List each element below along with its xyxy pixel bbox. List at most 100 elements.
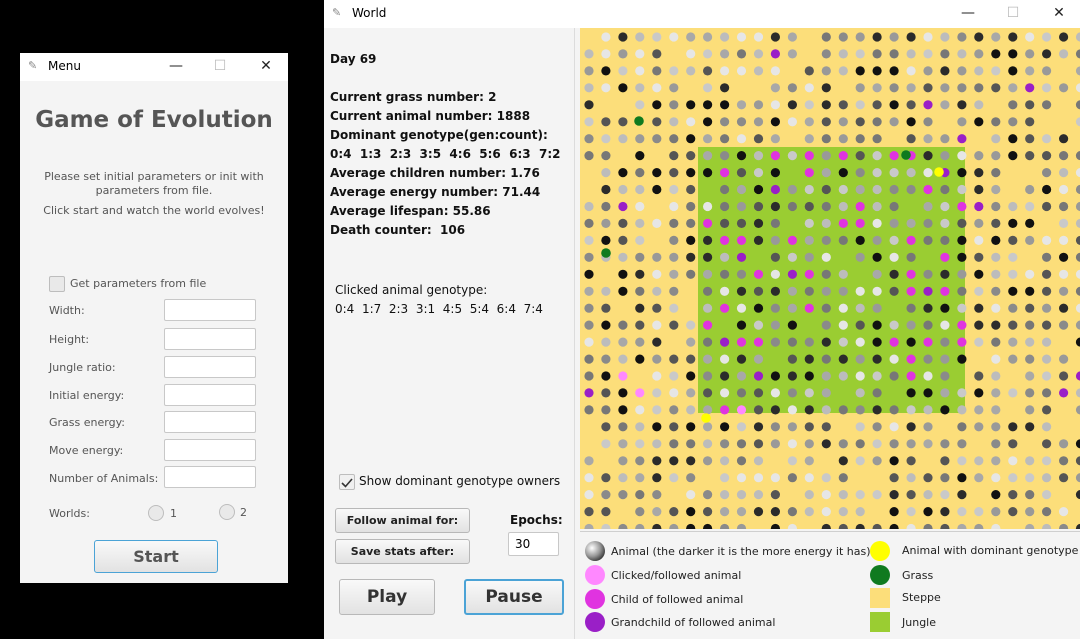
map-animal[interactable]: [974, 168, 984, 178]
map-animal[interactable]: [618, 371, 628, 381]
map-animal[interactable]: [838, 354, 848, 364]
map-animal[interactable]: [753, 473, 764, 483]
map-animal[interactable]: [703, 32, 713, 42]
map-animal[interactable]: [770, 168, 780, 178]
map-animal[interactable]: [1025, 422, 1035, 432]
map-animal[interactable]: [703, 354, 713, 364]
map-animal[interactable]: [872, 405, 882, 415]
map-animal[interactable]: [601, 218, 611, 228]
map-animal[interactable]: [753, 201, 764, 212]
map-animal[interactable]: [940, 371, 950, 381]
map-animal[interactable]: [838, 66, 848, 76]
map-animal[interactable]: [736, 507, 747, 517]
map-animal[interactable]: [889, 490, 899, 500]
map-animal[interactable]: [889, 252, 899, 262]
map-animal[interactable]: [804, 151, 814, 161]
map-animal[interactable]: [906, 337, 916, 347]
map-animal[interactable]: [736, 320, 747, 330]
map-animal[interactable]: [686, 117, 696, 127]
map-animal[interactable]: [618, 405, 628, 415]
map-animal[interactable]: [584, 151, 594, 161]
map-animal[interactable]: [669, 456, 679, 466]
width-input[interactable]: [164, 299, 256, 321]
map-animal[interactable]: [872, 354, 882, 364]
map-animal[interactable]: [838, 286, 848, 296]
map-animal[interactable]: [584, 456, 594, 466]
map-animal[interactable]: [821, 66, 831, 76]
map-animal[interactable]: [906, 405, 916, 415]
map-animal[interactable]: [584, 49, 594, 59]
map-animal[interactable]: [889, 405, 899, 415]
map-animal[interactable]: [686, 405, 696, 415]
map-animal[interactable]: [889, 422, 899, 432]
map-animal[interactable]: [736, 235, 747, 245]
map-animal[interactable]: [787, 269, 797, 279]
map-animal[interactable]: [1008, 32, 1018, 42]
map-animal[interactable]: [821, 151, 831, 161]
map-animal[interactable]: [1042, 151, 1052, 161]
map-animal[interactable]: [957, 32, 967, 42]
map-animal[interactable]: [872, 201, 882, 212]
map-animal[interactable]: [804, 456, 814, 466]
map-animal[interactable]: [770, 473, 780, 483]
map-animal[interactable]: [1025, 354, 1035, 364]
jungle-ratio-input[interactable]: [164, 356, 256, 378]
map-animal[interactable]: [635, 218, 645, 228]
number-of-animals-input[interactable]: [164, 466, 256, 488]
map-animal[interactable]: [652, 337, 662, 347]
map-animal[interactable]: [821, 490, 831, 500]
map-animal[interactable]: [1042, 354, 1052, 364]
map-animal[interactable]: [1025, 218, 1035, 228]
map-animal[interactable]: [753, 117, 764, 127]
map-animal[interactable]: [1025, 134, 1035, 144]
map-animal[interactable]: [669, 303, 679, 313]
map-animal[interactable]: [957, 252, 967, 262]
map-animal[interactable]: [821, 184, 831, 195]
map-animal[interactable]: [804, 252, 814, 262]
world-2-radio[interactable]: [219, 504, 235, 520]
map-animal[interactable]: [906, 422, 916, 432]
map-animal[interactable]: [652, 422, 662, 432]
map-animal[interactable]: [821, 201, 831, 212]
map-animal[interactable]: [1042, 473, 1052, 483]
map-animal[interactable]: [872, 134, 882, 144]
initial-energy-input[interactable]: [164, 384, 256, 406]
map-animal[interactable]: [787, 151, 797, 161]
map-animal[interactable]: [669, 201, 679, 212]
map-animal[interactable]: [991, 286, 1001, 296]
map-animal[interactable]: [838, 117, 848, 127]
map-animal[interactable]: [855, 303, 865, 313]
map-animal[interactable]: [720, 286, 730, 296]
map-animal[interactable]: [736, 184, 747, 195]
map-animal[interactable]: [753, 507, 764, 517]
map-animal[interactable]: [923, 473, 933, 483]
map-animal[interactable]: [1025, 371, 1035, 381]
map-animal[interactable]: [652, 218, 662, 228]
map-animal[interactable]: [872, 83, 882, 93]
map-animal[interactable]: [1059, 201, 1069, 212]
map-animal[interactable]: [1008, 286, 1018, 296]
map-animal[interactable]: [703, 83, 713, 93]
file-checkbox[interactable]: [49, 276, 65, 292]
map-animal[interactable]: [753, 439, 764, 449]
map-animal[interactable]: [635, 269, 645, 279]
map-animal[interactable]: [940, 83, 950, 93]
map-animal[interactable]: [804, 507, 814, 517]
map-animal[interactable]: [974, 151, 984, 161]
map-animal[interactable]: [923, 354, 933, 364]
map-animal[interactable]: [1025, 405, 1035, 415]
map-animal[interactable]: [889, 286, 899, 296]
map-animal[interactable]: [584, 235, 594, 245]
map-animal[interactable]: [652, 303, 662, 313]
map-animal[interactable]: [1059, 218, 1069, 228]
map-animal[interactable]: [923, 83, 933, 93]
map-animal[interactable]: [923, 235, 933, 245]
map-animal[interactable]: [669, 371, 679, 381]
map-animal[interactable]: [652, 371, 662, 381]
map-animal[interactable]: [1042, 439, 1052, 449]
map-animal[interactable]: [635, 439, 645, 449]
map-animal[interactable]: [736, 422, 747, 432]
map-animal[interactable]: [703, 252, 713, 262]
map-animal[interactable]: [720, 388, 730, 398]
map-animal[interactable]: [1059, 354, 1069, 364]
